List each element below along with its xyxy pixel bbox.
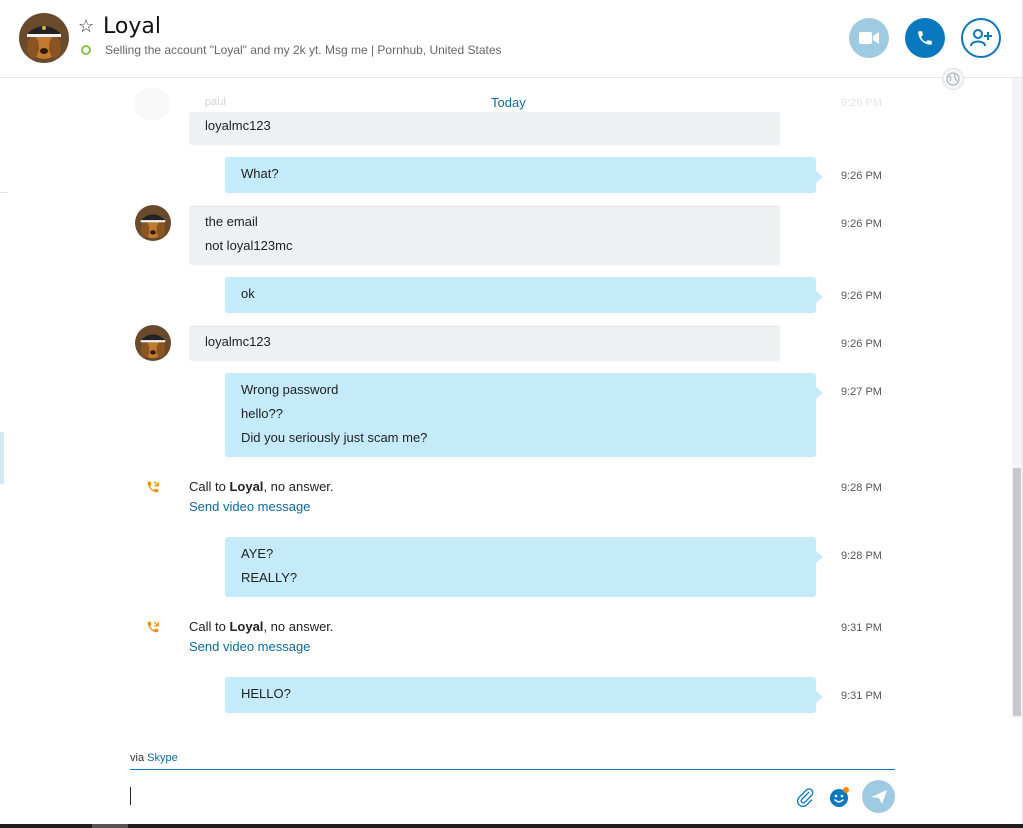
message-bubble-outgoing[interactable]: AYE? REALLY? [225, 537, 823, 597]
call-event-text: Call to Loyal, no answer. [189, 619, 334, 634]
audio-call-button[interactable] [905, 18, 945, 58]
message-text: What? [241, 166, 279, 181]
call-contact-name: Loyal [229, 479, 264, 494]
message-text: loyalmc123 [205, 334, 271, 349]
message-input[interactable] [130, 787, 131, 805]
faded-sender-name: paul [205, 96, 226, 108]
message-bubble-incoming[interactable]: the email not loyal123mc [189, 205, 780, 265]
via-label: via Skype [130, 752, 178, 764]
message-time: 9:31 PM [841, 622, 882, 634]
message-bubble-outgoing[interactable]: What? [225, 157, 823, 193]
paperclip-icon [796, 788, 814, 807]
missed-call-icon [147, 481, 159, 493]
call-event-text: Call to Loyal, no answer. [189, 479, 334, 494]
online-status-icon [81, 45, 91, 55]
add-people-button[interactable] [961, 18, 1001, 58]
send-video-message-link[interactable]: Send video message [189, 639, 310, 654]
phone-icon [918, 31, 932, 45]
globe-icon[interactable] [942, 68, 964, 90]
message-bubble-incoming[interactable]: loyalmc123 [189, 112, 780, 145]
favorite-star-icon[interactable]: ☆ [78, 16, 94, 37]
emoji-icon [830, 787, 849, 807]
message-text: loyalmc123 [205, 118, 271, 133]
panel-edge-highlight [0, 432, 4, 484]
conversation-header: ☆ Loyal Selling the account "Loyal" and … [0, 0, 1023, 78]
call-contact-name: Loyal [229, 619, 264, 634]
contact-name: Loyal [103, 14, 161, 39]
avatar[interactable] [135, 325, 171, 361]
message-time: 9:28 PM [841, 482, 882, 494]
missed-call-icon [147, 621, 159, 633]
message-time: 9:26 PM [841, 97, 882, 109]
message-bubble-incoming[interactable]: loyalmc123 [189, 325, 780, 361]
message-bubble-outgoing[interactable]: HELLO? [225, 677, 823, 713]
message-text: Did you seriously just scam me? [241, 430, 428, 445]
video-call-icon [859, 32, 879, 44]
contact-avatar[interactable] [19, 13, 69, 63]
panel-divider [0, 192, 8, 193]
video-call-button[interactable] [849, 18, 889, 58]
call-prefix: Call to [189, 479, 230, 494]
message-time: 9:27 PM [841, 386, 882, 398]
message-text: ok [241, 286, 255, 301]
message-text: AYE? [241, 546, 274, 561]
message-time: 9:26 PM [841, 338, 882, 350]
message-bubble-outgoing[interactable]: Wrong password hello?? Did you seriously… [225, 373, 823, 457]
call-suffix: , no answer. [263, 479, 334, 494]
message-text: HELLO? [241, 686, 291, 701]
attach-file-button[interactable] [794, 786, 816, 808]
mood-message: Selling the account "Loyal" and my 2k yt… [105, 43, 502, 57]
avatar [134, 88, 170, 120]
taskbar-segment [92, 824, 128, 828]
message-text: Wrong password [241, 382, 339, 397]
message-text: the email [205, 214, 258, 229]
message-time: 9:31 PM [841, 690, 882, 702]
message-text: not loyal123mc [205, 238, 293, 253]
emoji-button[interactable] [828, 786, 850, 808]
taskbar-edge [0, 824, 1023, 828]
send-video-message-link[interactable]: Send video message [189, 499, 310, 514]
date-divider: Today [489, 95, 528, 110]
send-button[interactable] [862, 780, 895, 813]
via-service[interactable]: Skype [147, 752, 178, 764]
send-icon [870, 789, 887, 804]
message-time: 9:26 PM [841, 218, 882, 230]
call-prefix: Call to [189, 619, 230, 634]
via-prefix: via [130, 752, 148, 764]
message-text: REALLY? [241, 570, 298, 585]
call-suffix: , no answer. [263, 619, 334, 634]
message-time: 9:26 PM [841, 290, 882, 302]
avatar[interactable] [135, 205, 171, 241]
message-bubble-outgoing[interactable]: ok [225, 277, 823, 313]
scrollbar-thumb[interactable] [1013, 468, 1021, 716]
message-time: 9:28 PM [841, 550, 882, 562]
add-person-icon [970, 29, 992, 47]
message-text: hello?? [241, 406, 283, 421]
message-time: 9:26 PM [841, 170, 882, 182]
message-input-underline [130, 769, 895, 770]
